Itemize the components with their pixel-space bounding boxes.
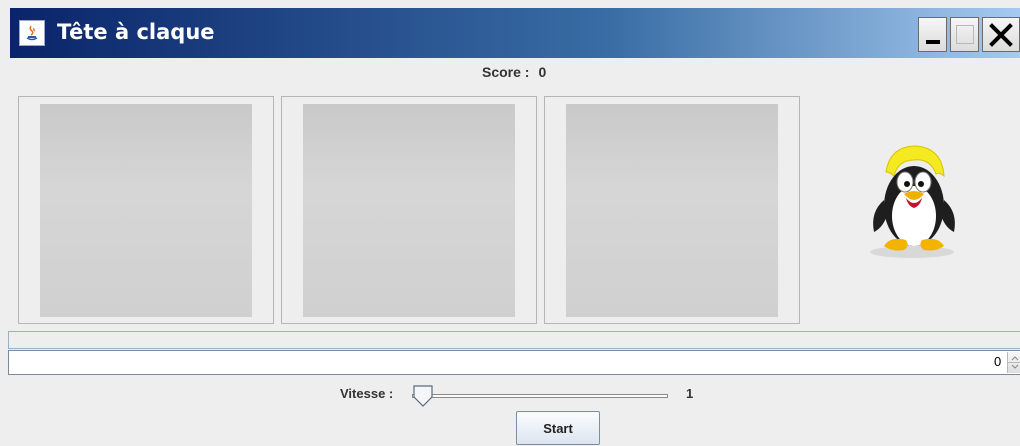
window-title: Tête à claque <box>57 20 215 44</box>
java-app-icon <box>19 20 45 46</box>
speed-value: 1 <box>686 386 694 401</box>
game-cell-1[interactable] <box>18 96 274 324</box>
maximize-button[interactable] <box>950 17 979 52</box>
game-cell-3[interactable] <box>544 96 800 324</box>
close-button[interactable] <box>982 17 1020 52</box>
slider-thumb[interactable] <box>412 384 434 408</box>
maximize-icon <box>956 25 974 44</box>
score-value: 0 <box>538 64 547 80</box>
cell-image-3 <box>566 104 778 317</box>
speed-slider[interactable] <box>412 384 668 408</box>
spinner-buttons[interactable] <box>1007 352 1020 373</box>
start-button[interactable]: Start <box>516 411 600 445</box>
app-window: Tête à claque Score : 0 0 Vitesse: 1 Sta… <box>0 0 1020 446</box>
text-field-row[interactable]: 0 <box>8 350 1020 375</box>
close-icon <box>989 23 1013 47</box>
progress-bar <box>8 331 1020 349</box>
tux-penguin-icon <box>870 145 955 258</box>
spinner-arrows-icon <box>1008 356 1020 369</box>
speed-label: Vitesse : <box>340 386 394 401</box>
minimize-button[interactable] <box>918 17 947 52</box>
title-bar[interactable]: Tête à claque <box>10 8 1020 58</box>
minimize-icon <box>926 40 940 44</box>
spinner-value[interactable]: 0 <box>994 354 1001 369</box>
cell-image-1 <box>40 104 252 317</box>
score-display: Score : 0 <box>482 64 546 80</box>
score-label: Score : <box>482 64 530 80</box>
game-cell-2[interactable] <box>281 96 537 324</box>
slider-track[interactable] <box>412 394 668 398</box>
cell-image-2 <box>303 104 515 317</box>
